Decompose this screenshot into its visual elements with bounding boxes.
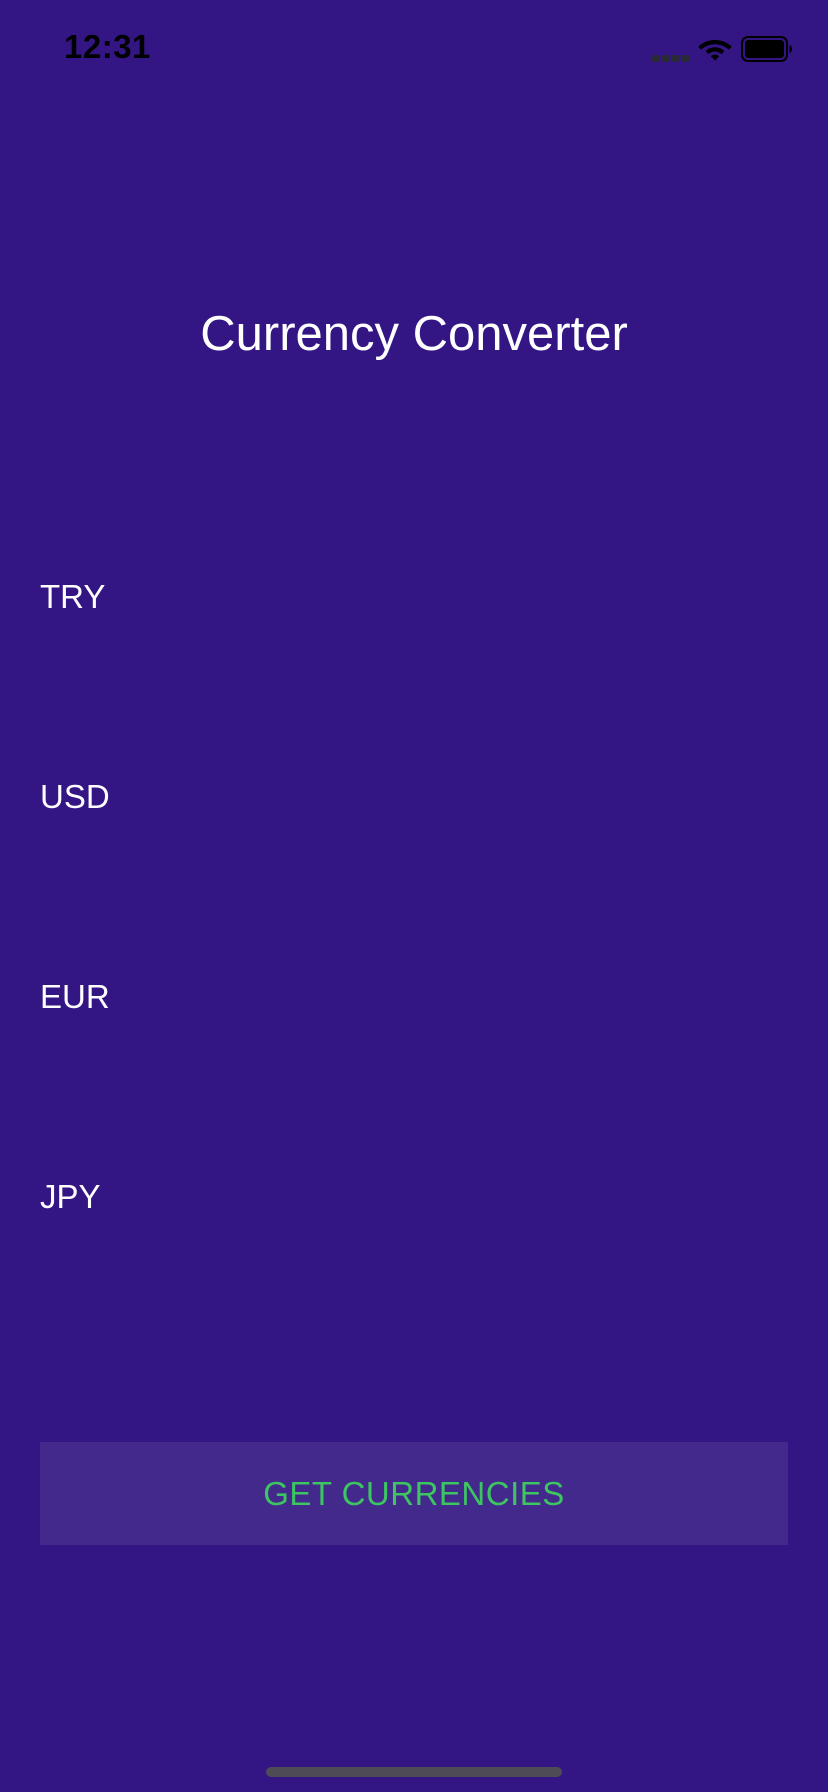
currency-label-try: TRY [40, 578, 106, 615]
wifi-icon [698, 40, 732, 61]
get-currencies-button[interactable]: GET CURRENCIES [40, 1442, 788, 1545]
currency-label-eur: EUR [40, 978, 110, 1015]
home-indicator[interactable] [266, 1767, 562, 1777]
currency-label-usd: USD [40, 778, 110, 815]
battery-icon [741, 36, 792, 62]
cellular-signal-icon [652, 55, 689, 62]
page-title: Currency Converter [200, 307, 628, 361]
status-bar: 12:31 [0, 0, 828, 100]
currency-label-jpy: JPY [40, 1178, 101, 1215]
status-time: 12:31 [64, 28, 151, 65]
